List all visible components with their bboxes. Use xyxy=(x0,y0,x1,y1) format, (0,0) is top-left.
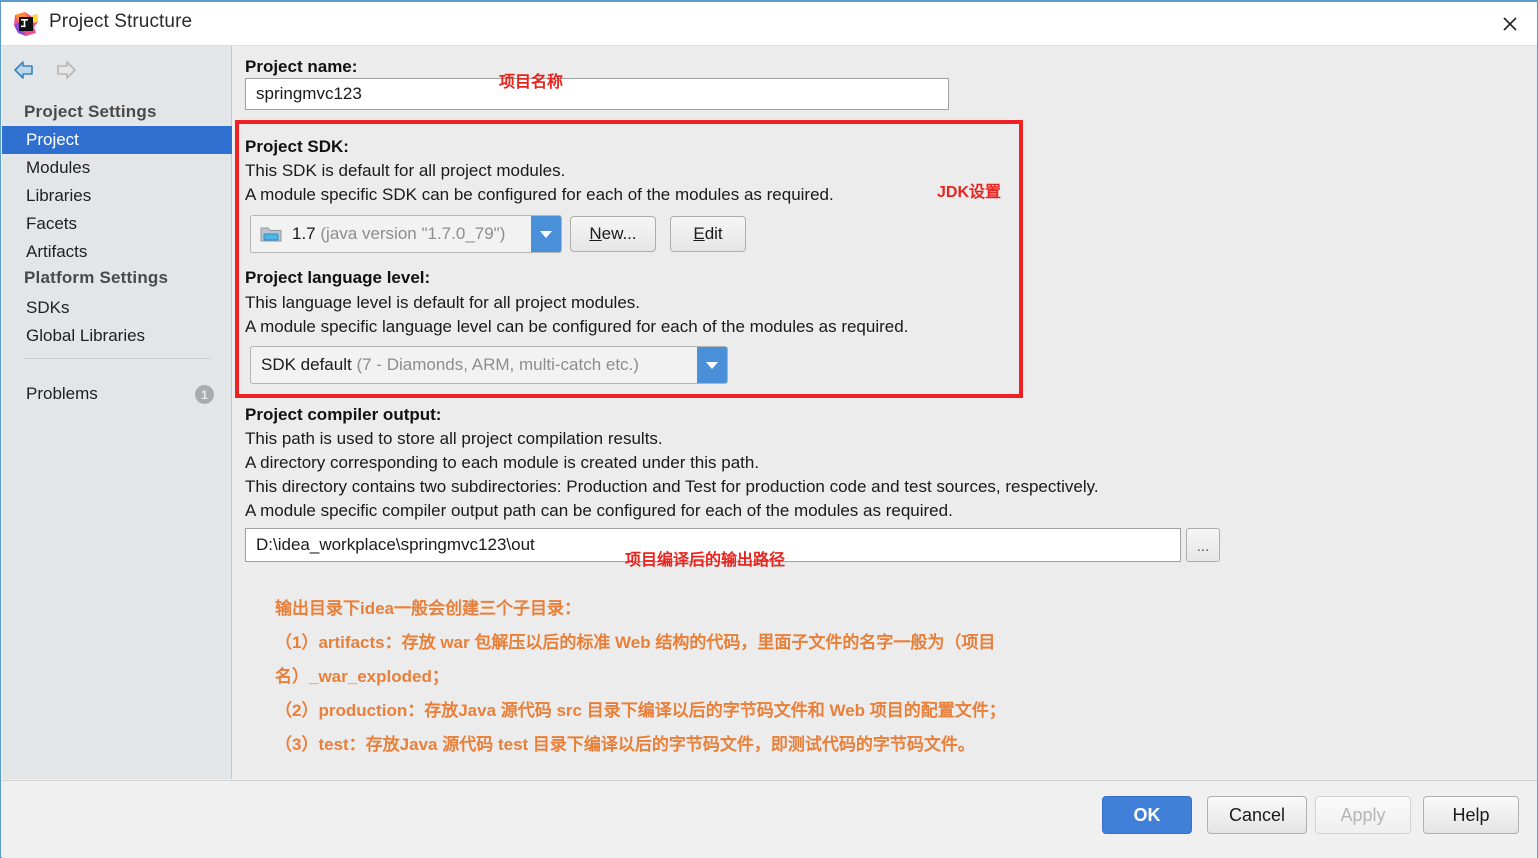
dialog-footer: OK Cancel Apply Help xyxy=(2,780,1537,858)
project-sdk-combo-text: 1.7 (java version "1.7.0_79") xyxy=(282,224,531,244)
project-sdk-desc-1: This SDK is default for all project modu… xyxy=(245,161,566,180)
project-sdk-combo[interactable]: 1.7 (java version "1.7.0_79") xyxy=(250,215,562,253)
help-button[interactable]: Help xyxy=(1423,796,1519,834)
annotation-output-dirs-line-2: （1）artifacts：存放 war 包解压以后的标准 Web 结构的代码，里… xyxy=(275,633,996,652)
arrow-left-icon[interactable] xyxy=(10,58,40,82)
edit-sdk-button[interactable]: Edit xyxy=(670,216,746,252)
annotation-output-dirs-line-5: （3）test：存放Java 源代码 test 目录下编译以后的字节码文件，即测… xyxy=(275,735,975,754)
ok-button[interactable]: OK xyxy=(1102,796,1192,834)
new-sdk-button-label: New... xyxy=(589,224,637,243)
annotation-output-dirs-line-4: （2）production：存放Java 源代码 src 目录下编译以后的字节码… xyxy=(275,701,1006,720)
language-level-combo-text: SDK default (7 - Diamonds, ARM, multi-ca… xyxy=(251,355,697,375)
apply-button: Apply xyxy=(1315,796,1411,834)
sidebar-group-platform-settings: Platform Settings xyxy=(24,268,169,287)
compiler-output-desc-2: A directory corresponding to each module… xyxy=(245,453,760,472)
cancel-button[interactable]: Cancel xyxy=(1207,796,1307,834)
annotation-output-dirs-line-1: 输出目录下idea一般会创建三个子目录： xyxy=(275,599,582,618)
title-bar: Project Structure xyxy=(1,2,1537,46)
compiler-output-value: D:\idea_workplace\springmvc123\out xyxy=(256,535,535,554)
sidebar-divider xyxy=(24,358,210,359)
ellipsis-icon[interactable]: ... xyxy=(1186,528,1220,562)
sidebar-item-facets[interactable]: Facets xyxy=(2,210,232,238)
sdk-folder-icon xyxy=(260,225,282,243)
project-sdk-label: Project SDK: xyxy=(245,137,349,156)
arrow-right-icon xyxy=(50,58,80,82)
browse-button-label: ... xyxy=(1196,538,1210,555)
new-sdk-button[interactable]: New... xyxy=(570,216,656,252)
intellij-idea-icon xyxy=(13,11,39,37)
main-panel: Project name: springmvc123 Project SDK: … xyxy=(233,46,1537,779)
language-level-desc-1: This language level is default for all p… xyxy=(245,293,640,312)
compiler-output-label: Project compiler output: xyxy=(245,405,442,424)
language-level-combo[interactable]: SDK default (7 - Diamonds, ARM, multi-ca… xyxy=(250,346,728,384)
project-name-value: springmvc123 xyxy=(256,84,362,103)
project-structure-dialog: Project Structure Project Settings Proje… xyxy=(0,0,1538,858)
sidebar-item-problems[interactable]: Problems 1 xyxy=(2,380,232,408)
sidebar-navigation xyxy=(2,46,231,92)
sidebar-item-project[interactable]: Project xyxy=(2,126,232,154)
compiler-output-desc-3: This directory contains two subdirectori… xyxy=(245,477,1099,496)
compiler-output-desc-4: A module specific compiler output path c… xyxy=(245,501,953,520)
project-name-input[interactable]: springmvc123 xyxy=(245,78,949,110)
sidebar-group-project-settings: Project Settings xyxy=(24,102,157,121)
language-level-desc-2: A module specific language level can be … xyxy=(245,317,909,336)
edit-sdk-button-label: Edit xyxy=(693,224,723,243)
page-title: Project Structure xyxy=(49,11,193,32)
status-badge: 1 xyxy=(195,385,214,404)
project-sdk-desc-2: A module specific SDK can be configured … xyxy=(245,185,834,204)
project-name-label: Project name: xyxy=(245,57,358,76)
sidebar-item-global-libraries[interactable]: Global Libraries xyxy=(2,322,232,350)
annotation-jdk: JDK设置 xyxy=(937,184,1002,201)
sidebar-item-modules[interactable]: Modules xyxy=(2,154,232,182)
chevron-down-icon[interactable] xyxy=(531,216,561,252)
sidebar-item-label: Problems xyxy=(26,384,98,403)
chevron-down-icon[interactable] xyxy=(697,347,727,383)
language-level-detail: (7 - Diamonds, ARM, multi-catch etc.) xyxy=(356,355,639,374)
project-sdk-detail: (java version "1.7.0_79") xyxy=(320,224,506,243)
sidebar: Project Settings Project Modules Librari… xyxy=(2,46,232,779)
annotation-compiler-output: 项目编译后的输出路径 xyxy=(625,552,786,569)
annotation-project-name: 项目名称 xyxy=(499,74,564,91)
close-icon[interactable] xyxy=(1483,2,1537,45)
language-level-value: SDK default xyxy=(261,355,352,374)
annotation-output-dirs-line-3: 名）_war_exploded； xyxy=(275,667,449,686)
sidebar-item-artifacts[interactable]: Artifacts xyxy=(2,238,232,266)
language-level-label: Project language level: xyxy=(245,268,431,287)
sidebar-item-libraries[interactable]: Libraries xyxy=(2,182,232,210)
compiler-output-desc-1: This path is used to store all project c… xyxy=(245,429,663,448)
sidebar-item-sdks[interactable]: SDKs xyxy=(2,294,232,322)
project-sdk-version: 1.7 xyxy=(292,224,316,243)
